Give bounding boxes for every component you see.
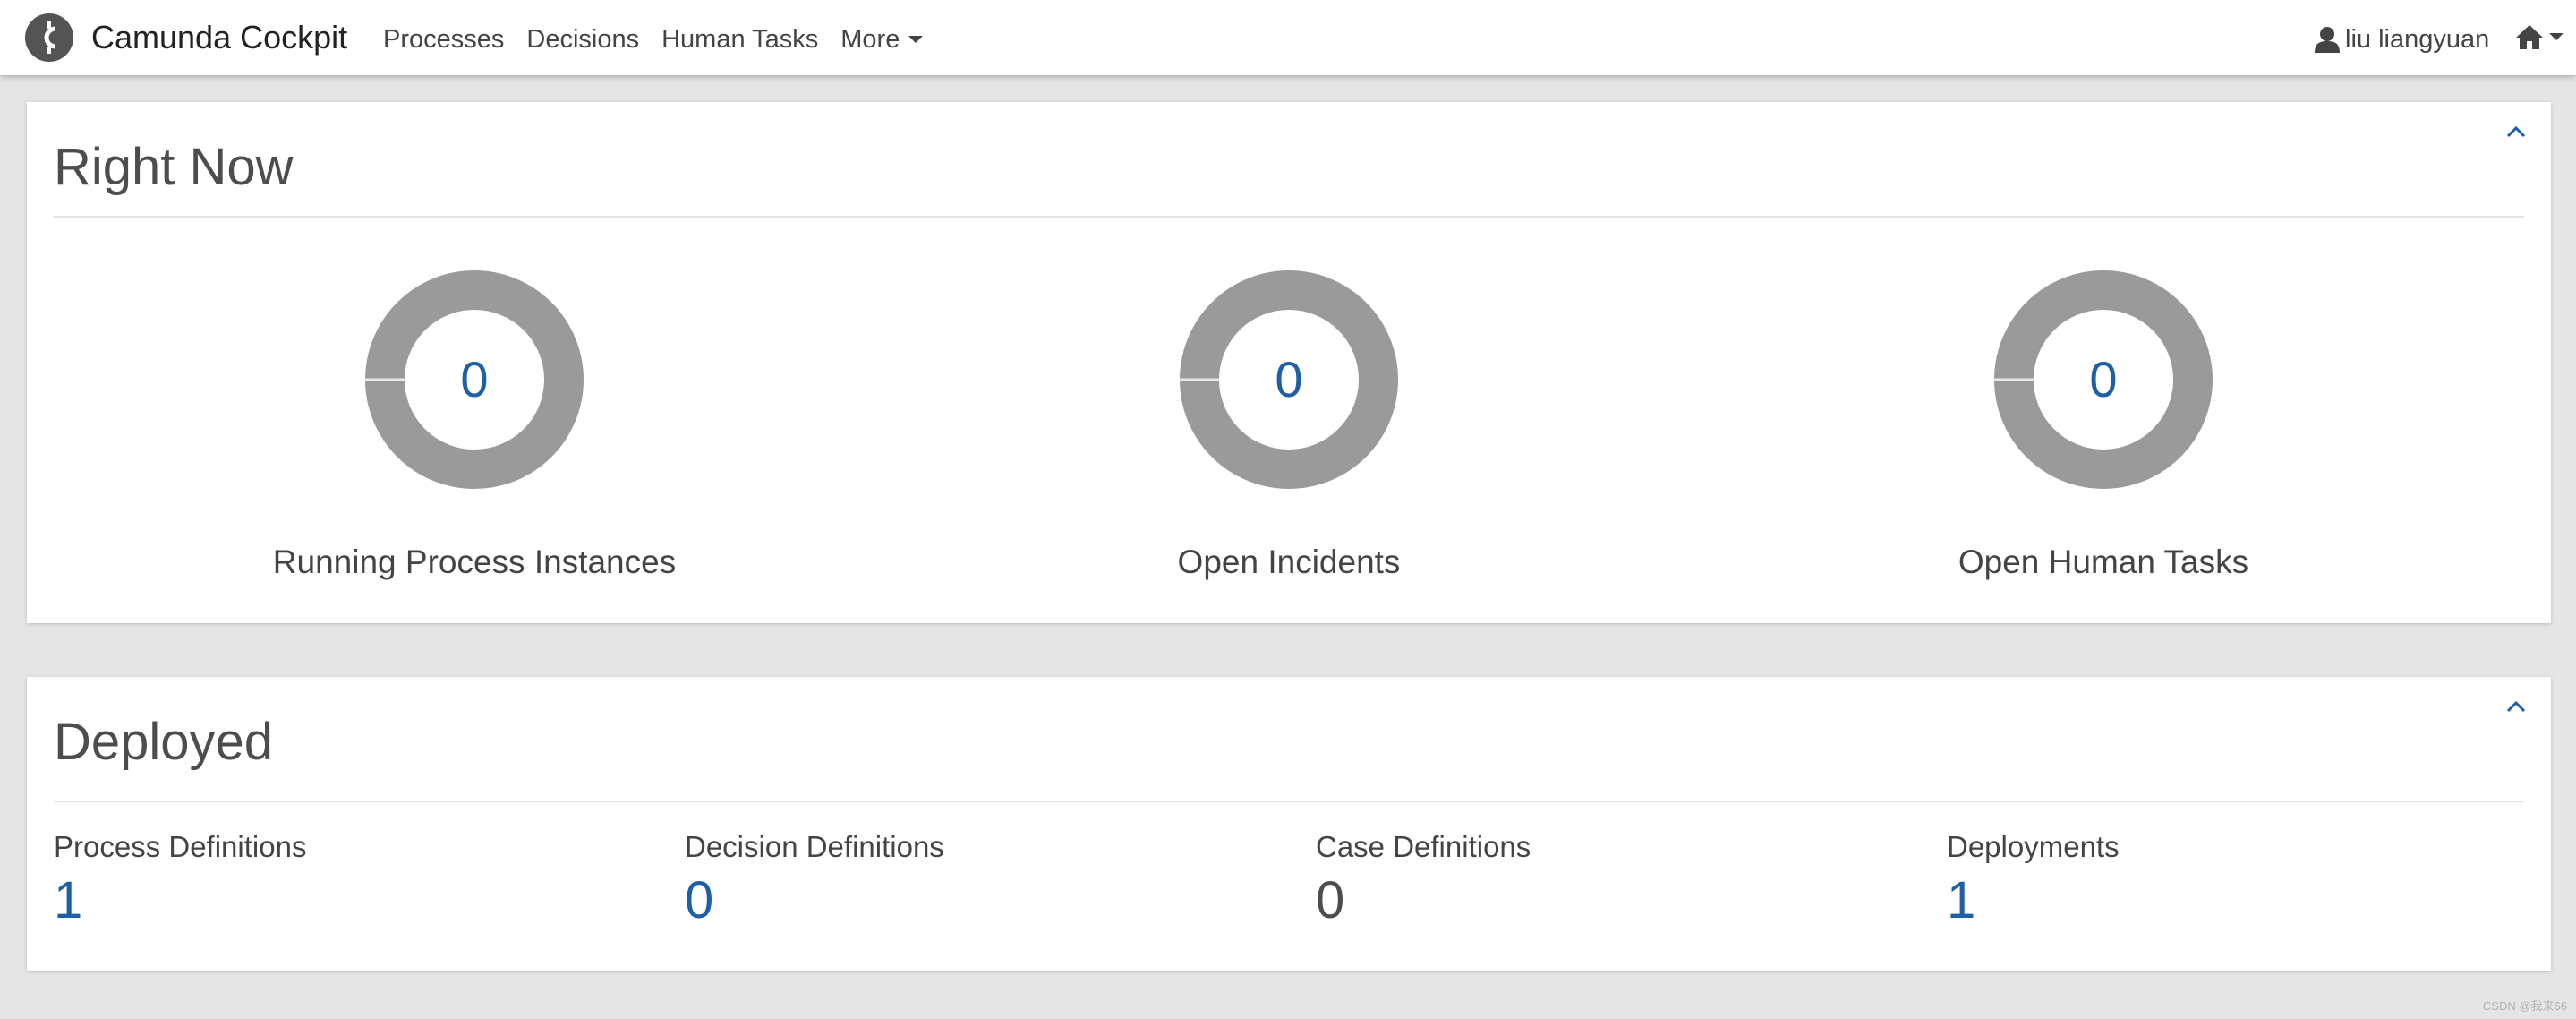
deployed-title: Deployed — [54, 713, 274, 771]
collapse-right-now-button[interactable] — [2501, 116, 2531, 147]
deployed-deployments: Deployments 1 — [1947, 829, 2120, 933]
home-menu[interactable] — [2515, 23, 2563, 50]
decision-definitions-label[interactable]: Decision Definitions — [685, 829, 944, 865]
nav-decisions[interactable]: Decisions — [526, 21, 639, 57]
camunda-logo-icon[interactable] — [25, 13, 73, 62]
deployed-process-definitions: Process Definitions 1 — [54, 829, 306, 933]
stat-open-human-tasks: 0 Open Human Tasks — [1835, 270, 2372, 582]
collapse-deployed-button[interactable] — [2501, 691, 2531, 722]
deployed-panel: Deployed Process Definitions 1 Decision … — [27, 677, 2551, 971]
user-name: liu liangyuan — [2345, 25, 2490, 54]
decision-definitions-count[interactable]: 0 — [685, 869, 944, 933]
right-now-panel: Right Now 0 Running Process Instances 0 … — [27, 102, 2551, 623]
stat-running-process-instances: 0 Running Process Instances — [206, 270, 743, 582]
main-nav: Processes Decisions Human Tasks More — [383, 21, 945, 57]
stat-open-incidents: 0 Open Incidents — [1020, 270, 1557, 582]
deployed-case-definitions: Case Definitions 0 — [1316, 829, 1531, 933]
open-incidents-donut[interactable]: 0 — [1180, 270, 1398, 489]
deployments-label[interactable]: Deployments — [1947, 829, 2120, 865]
divider — [54, 216, 2524, 218]
right-now-title: Right Now — [54, 138, 294, 196]
chevron-up-icon — [2506, 125, 2526, 138]
running-instances-label[interactable]: Running Process Instances — [206, 543, 743, 582]
open-human-tasks-label[interactable]: Open Human Tasks — [1835, 543, 2372, 582]
case-definitions-count: 0 — [1316, 871, 1345, 929]
nav-human-tasks[interactable]: Human Tasks — [661, 21, 818, 57]
top-navbar: Camunda Cockpit Processes Decisions Huma… — [0, 0, 2576, 75]
chevron-up-icon — [2506, 700, 2526, 713]
running-instances-donut[interactable]: 0 — [365, 270, 584, 489]
open-incidents-label[interactable]: Open Incidents — [1020, 543, 1557, 582]
user-menu[interactable]: liu liangyuan — [2315, 21, 2489, 57]
home-icon — [2516, 25, 2543, 49]
nav-more-label: More — [840, 25, 900, 54]
running-instances-count[interactable]: 0 — [365, 270, 584, 489]
watermark: CSDN @我来66 — [2482, 999, 2567, 1013]
process-definitions-count[interactable]: 1 — [54, 869, 306, 933]
open-human-tasks-count[interactable]: 0 — [1994, 270, 2213, 489]
open-incidents-count[interactable]: 0 — [1180, 270, 1398, 489]
caret-down-icon — [2549, 33, 2563, 40]
user-icon — [2315, 27, 2340, 53]
app-title[interactable]: Camunda Cockpit — [91, 18, 347, 57]
case-definitions-label: Case Definitions — [1316, 830, 1531, 863]
open-human-tasks-donut[interactable]: 0 — [1994, 270, 2213, 489]
caret-down-icon — [908, 36, 924, 43]
nav-processes[interactable]: Processes — [383, 21, 504, 57]
deployments-count[interactable]: 1 — [1947, 869, 2120, 933]
process-definitions-label[interactable]: Process Definitions — [54, 829, 306, 865]
deployed-decision-definitions: Decision Definitions 0 — [685, 829, 944, 933]
divider — [54, 801, 2524, 802]
nav-more-dropdown[interactable]: More — [840, 21, 924, 57]
